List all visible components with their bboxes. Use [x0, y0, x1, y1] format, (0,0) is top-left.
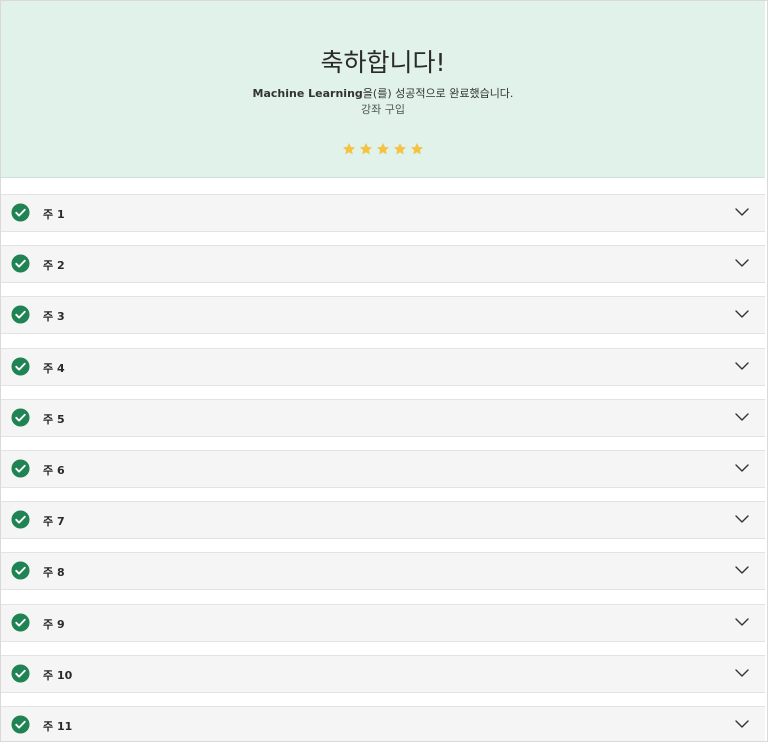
chevron-down-icon[interactable] [735, 361, 749, 371]
course-completion-panel: ··· 축하합니다! Machine Learning을(를) 성공적으로 완료… [0, 0, 768, 742]
week-row[interactable]: 주 10 [1, 655, 765, 693]
week-label: 주 8 [43, 566, 65, 579]
completion-message-suffix: 을(를) 성공적으로 완료했습니다. [362, 87, 514, 100]
chevron-down-icon[interactable] [735, 207, 749, 217]
star-icon[interactable] [376, 142, 390, 156]
rating-stars[interactable] [1, 142, 765, 156]
course-name: Machine Learning [252, 87, 363, 100]
week-row[interactable]: 주 3 [1, 296, 765, 334]
check-circle-icon [11, 510, 30, 529]
week-label: 주 4 [43, 362, 65, 375]
week-label: 주 1 [43, 208, 65, 221]
chevron-down-icon[interactable] [735, 258, 749, 268]
week-row[interactable]: 주 6 [1, 450, 765, 488]
week-row[interactable]: 주 4 [1, 348, 765, 386]
check-circle-icon [11, 254, 30, 273]
chevron-down-icon[interactable] [735, 412, 749, 422]
check-circle-icon [11, 357, 30, 376]
week-row[interactable]: 주 1 [1, 194, 765, 232]
chevron-down-icon[interactable] [735, 309, 749, 319]
chevron-down-icon[interactable] [735, 463, 749, 473]
check-circle-icon [11, 203, 30, 222]
week-label: 주 11 [43, 720, 73, 733]
chevron-down-icon[interactable] [735, 719, 749, 729]
week-label: 주 6 [43, 464, 65, 477]
chevron-down-icon[interactable] [735, 668, 749, 678]
star-icon[interactable] [410, 142, 424, 156]
week-label: 주 9 [43, 618, 65, 631]
week-row[interactable]: 주 9 [1, 604, 765, 642]
check-circle-icon [11, 715, 30, 734]
week-label: 주 7 [43, 515, 65, 528]
star-icon[interactable] [393, 142, 407, 156]
week-label: 주 2 [43, 259, 65, 272]
congrats-title: 축하합니다! [320, 48, 446, 77]
week-row[interactable]: 주 8 [1, 552, 765, 590]
buy-course-link[interactable]: 강좌 구입 [1, 101, 765, 117]
check-circle-icon [11, 408, 30, 427]
chevron-down-icon[interactable] [735, 514, 749, 524]
week-row[interactable]: 주 5 [1, 399, 765, 437]
chevron-down-icon[interactable] [735, 617, 749, 627]
check-circle-icon [11, 305, 30, 324]
week-label: 주 5 [43, 413, 65, 426]
week-label: 주 10 [43, 669, 73, 682]
chevron-down-icon[interactable] [735, 565, 749, 575]
star-icon[interactable] [342, 142, 356, 156]
week-row[interactable]: 주 11 [1, 706, 765, 741]
week-row[interactable]: 주 2 [1, 245, 765, 283]
check-circle-icon [11, 664, 30, 683]
week-row[interactable]: 주 7 [1, 501, 765, 539]
check-circle-icon [11, 613, 30, 632]
completion-message: Machine Learning을(를) 성공적으로 완료했습니다. [1, 85, 765, 101]
check-circle-icon [11, 459, 30, 478]
completion-banner: 축하합니다! Machine Learning을(를) 성공적으로 완료했습니다… [1, 1, 765, 178]
star-icon[interactable] [359, 142, 373, 156]
check-circle-icon [11, 561, 30, 580]
week-label: 주 3 [43, 310, 65, 323]
